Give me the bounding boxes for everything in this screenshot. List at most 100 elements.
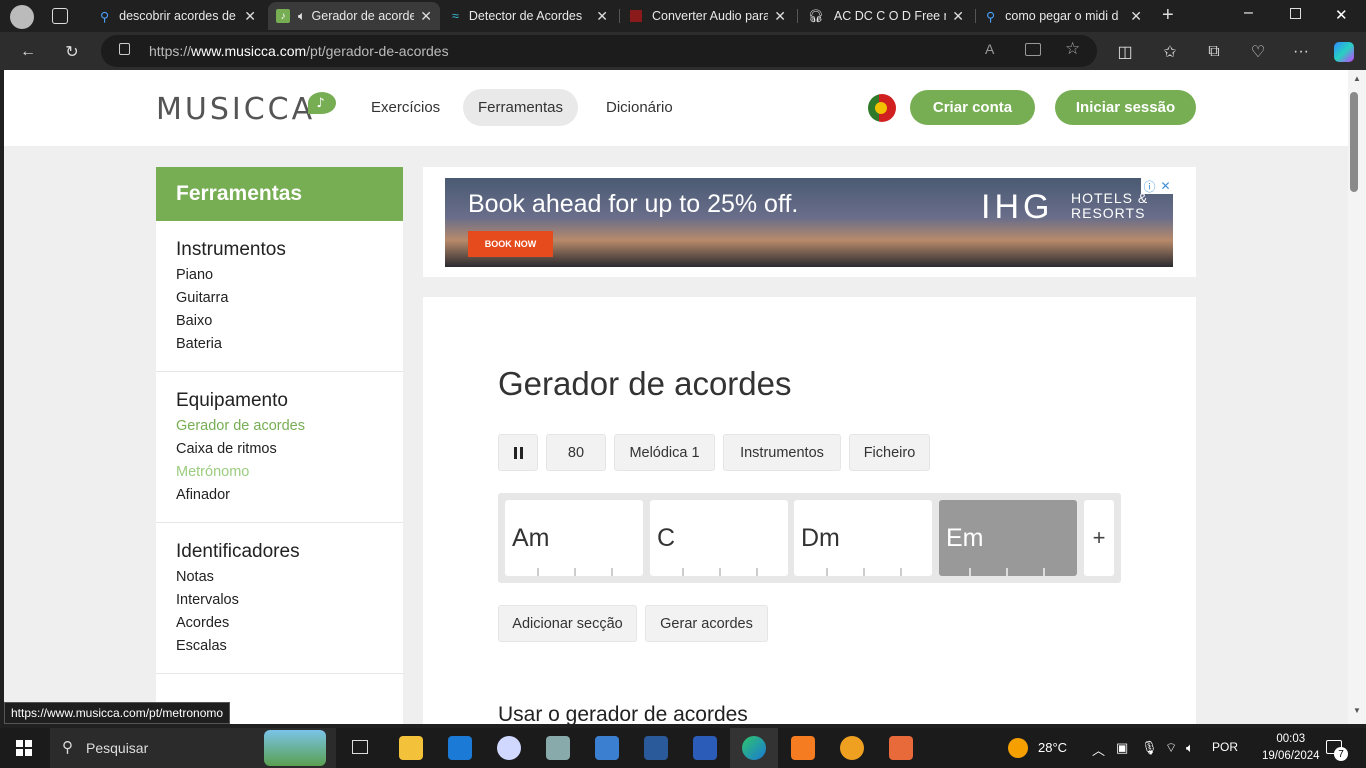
tab-title: como pegar o midi d (1005, 9, 1119, 23)
close-window-button[interactable]: ✕ (1335, 6, 1348, 24)
edge-icon[interactable] (742, 736, 766, 760)
sidebar-link-bateria[interactable]: Bateria (176, 336, 383, 359)
sidebar-link-gerador-de-acordes[interactable]: Gerador de acordes (176, 418, 383, 441)
clock[interactable]: 00:03 19/06/2024 (1262, 731, 1320, 765)
sidebar-link-caixa-de-ritmos[interactable]: Caixa de ritmos (176, 441, 383, 464)
snipping-tool-icon[interactable] (497, 736, 521, 760)
speaker-icon[interactable]: 🔈︎ (298, 9, 306, 24)
language-indicator[interactable]: POR (1212, 740, 1238, 754)
ad-info-icon[interactable]: ⓘ (1143, 178, 1155, 195)
create-account-button[interactable]: Criar conta (910, 90, 1035, 125)
windows-taskbar: ⚲ Pesquisar 28°C ︿ ▣ 🎙︎ ⌔ 🔈︎ POR 00:03 1… (0, 728, 1366, 768)
favorite-star-icon[interactable]: ☆ (1065, 39, 1080, 59)
windows-start-icon[interactable] (16, 740, 32, 756)
copilot-icon[interactable] (1334, 42, 1354, 62)
meet-now-icon[interactable]: ▣ (1116, 740, 1128, 756)
restore-button[interactable] (1290, 8, 1301, 19)
tab-3[interactable]: ≈ Detector de Acordes ✕ (444, 2, 616, 30)
tab-5[interactable]: 🎧︎ AC DC C O D Free mi ✕ (800, 2, 972, 30)
microphone-icon[interactable]: 🎙︎ (1141, 740, 1158, 756)
address-bar[interactable]: https://www.musicca.com/pt/gerador-de-ac… (101, 35, 1097, 67)
sound-select[interactable]: Melódica 1 (614, 434, 715, 471)
login-button[interactable]: Iniciar sessão (1055, 90, 1196, 125)
add-section-button[interactable]: Adicionar secção (498, 605, 637, 642)
show-hidden-icons[interactable]: ︿ (1092, 740, 1105, 759)
add-chord-button[interactable]: + (1084, 500, 1114, 576)
search-icon: ⚲ (986, 9, 996, 24)
task-view-icon[interactable] (352, 740, 368, 754)
site-logo[interactable]: MUSICCA ♪ (156, 92, 336, 127)
close-tab-icon[interactable]: ✕ (244, 8, 256, 25)
sidebar-link-escalas[interactable]: Escalas (176, 638, 383, 661)
sidebar-link-acordes[interactable]: Acordes (176, 615, 383, 638)
close-tab-icon[interactable]: ✕ (952, 8, 964, 25)
back-arrow-icon[interactable]: ← (17, 41, 39, 63)
ad-book-now-button[interactable]: BOOK NOW (468, 231, 553, 257)
refresh-icon[interactable]: ↻ (61, 41, 83, 63)
scrollbar-thumb[interactable] (1350, 92, 1358, 192)
close-tab-icon[interactable]: ✕ (1130, 8, 1142, 25)
ad-close-icon[interactable]: ✕ (1160, 179, 1170, 193)
scroll-up-icon[interactable]: ▲ (1353, 74, 1361, 83)
tab-2[interactable]: ♪ 🔈︎ Gerador de acordes ✕ (268, 2, 440, 30)
chord-slot[interactable]: C (650, 500, 788, 576)
sidebar-section-equipamento: Equipamento Gerador de acordes Caixa de … (156, 372, 403, 523)
sidebar-link-piano[interactable]: Piano (176, 267, 383, 290)
health-icon[interactable]: ♡ (1247, 41, 1269, 63)
sidebar-link-guitarra[interactable]: Guitarra (176, 290, 383, 313)
tab-1[interactable]: ⚲ descobrir acordes de ✕ (92, 2, 264, 30)
chord-slot-active[interactable]: Em (939, 500, 1077, 576)
mail-icon[interactable] (448, 736, 472, 760)
xampp-icon[interactable] (791, 736, 815, 760)
collections-icon[interactable]: ⧉ (1203, 41, 1225, 63)
pause-button[interactable] (498, 434, 538, 471)
sidebar-link-notas[interactable]: Notas (176, 569, 383, 592)
wifi-icon[interactable]: ⌔ (1165, 740, 1177, 756)
favorites-icon[interactable]: ✩ (1159, 41, 1181, 63)
nav-dicionario[interactable]: Dicionário (591, 89, 688, 126)
word-icon[interactable] (693, 736, 717, 760)
sidebar-link-afinador[interactable]: Afinador (176, 487, 383, 510)
tab-actions-icon[interactable] (52, 8, 68, 24)
media-player-icon[interactable] (889, 736, 913, 760)
instruments-button[interactable]: Instrumentos (723, 434, 841, 471)
visual-studio-icon[interactable] (644, 736, 668, 760)
file-explorer-icon[interactable] (399, 736, 423, 760)
split-screen-icon[interactable]: ◫ (1114, 41, 1136, 63)
weather-sun-icon[interactable] (1008, 738, 1028, 758)
close-tab-icon[interactable]: ✕ (596, 8, 608, 25)
new-tab-button[interactable]: + (1162, 4, 1174, 27)
network-app-icon[interactable] (546, 736, 570, 760)
read-aloud-icon[interactable]: A (985, 41, 994, 57)
minimize-button[interactable]: – (1244, 4, 1253, 22)
taskbar-search[interactable]: ⚲ Pesquisar (50, 728, 336, 768)
scroll-down-icon[interactable]: ▼ (1353, 706, 1361, 715)
ad-banner[interactable]: Book ahead for up to 25% off. BOOK NOW I… (445, 178, 1173, 267)
volume-icon[interactable]: 🔈︎ (1186, 740, 1194, 756)
clock-time: 00:03 (1276, 733, 1306, 745)
tempo-input[interactable]: 80 (546, 434, 606, 471)
chord-slot[interactable]: Am (505, 500, 643, 576)
nav-ferramentas[interactable]: Ferramentas (463, 89, 579, 126)
close-tab-icon[interactable]: ✕ (420, 8, 432, 25)
url-prefix: https:// (149, 43, 192, 59)
control-panel-icon[interactable] (595, 736, 619, 760)
immersive-reader-icon[interactable] (1025, 43, 1041, 56)
profile-avatar[interactable] (10, 5, 34, 29)
sidebar-link-metronomo[interactable]: Metrónomo (176, 464, 383, 487)
generate-chords-button[interactable]: Gerar acordes (645, 605, 768, 642)
weather-temp[interactable]: 28°C (1038, 740, 1067, 755)
tab-6[interactable]: ⚲ como pegar o midi d ✕ (978, 2, 1150, 30)
sidebar-link-intervalos[interactable]: Intervalos (176, 592, 383, 615)
fl-studio-icon[interactable] (840, 736, 864, 760)
nav-exercicios[interactable]: Exercícios (356, 89, 455, 126)
file-button[interactable]: Ficheiro (849, 434, 930, 471)
more-menu-icon[interactable]: ··· (1290, 41, 1312, 63)
chord-slot[interactable]: Dm (794, 500, 932, 576)
close-tab-icon[interactable]: ✕ (774, 8, 786, 25)
portugal-flag-icon[interactable] (868, 94, 896, 122)
music-note-icon: ♪ (276, 9, 290, 23)
tab-4[interactable]: Converter Audio para ✕ (622, 2, 794, 30)
sidebar-link-baixo[interactable]: Baixo (176, 313, 383, 336)
ad-choices[interactable]: ⓘ ✕ (1141, 178, 1173, 194)
